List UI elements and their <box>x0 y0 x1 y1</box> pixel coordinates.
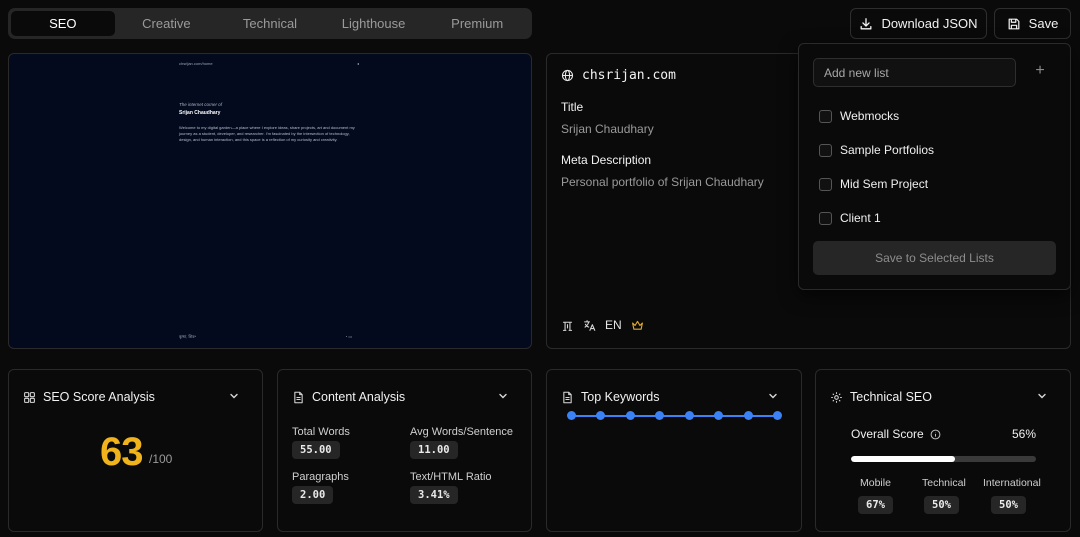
info-icon[interactable] <box>930 429 941 440</box>
preview-footer-right: ◔ ▭ <box>345 334 353 339</box>
seo-score-header[interactable]: SEO Score Analysis <box>23 390 248 404</box>
preview-footer-left: कृष्ण, शिव॰ <box>179 334 197 339</box>
document-icon <box>294 391 303 403</box>
seo-score-max: /100 <box>149 452 173 466</box>
seo-score-title: SEO Score Analysis <box>43 390 155 404</box>
translate-icon <box>584 319 596 331</box>
total-words-value: 55.00 <box>292 441 340 459</box>
keyword-dot[interactable] <box>773 411 782 420</box>
list-checkbox[interactable] <box>819 143 832 157</box>
overall-score-value: 56% <box>1012 427 1037 441</box>
title-value: Srijan Chaudhary <box>561 122 654 136</box>
document-icon <box>563 391 572 403</box>
seo-score-card: SEO Score Analysis 63 /100 <box>8 369 263 532</box>
overall-score-bar-fill <box>851 456 955 462</box>
total-words-label: Total Words <box>292 426 350 438</box>
paragraphs-label: Paragraphs <box>292 471 349 483</box>
chevron-down-icon[interactable] <box>1036 390 1048 402</box>
list-option-label: Webmocks <box>840 109 900 123</box>
download-json-button[interactable]: Download JSON <box>850 8 987 39</box>
paragraphs-value: 2.00 <box>292 486 334 504</box>
preview-name: Srijan Chaudhary <box>179 110 221 116</box>
chevron-down-icon[interactable] <box>497 390 509 402</box>
avg-words-value: 11.00 <box>410 441 458 459</box>
preview-url: chsrijan.com/home <box>179 61 213 66</box>
content-analysis-header[interactable]: Content Analysis <box>292 390 517 404</box>
overall-score-bar <box>851 456 1036 462</box>
meta-description-value: Personal portfolio of Srijan Chaudhary <box>561 175 764 189</box>
crown-icon <box>631 320 643 330</box>
top-keywords-title: Top Keywords <box>581 390 660 404</box>
website-preview: chsrijan.com/home ◂ The internet corner … <box>8 53 532 349</box>
gear-icon <box>831 391 842 403</box>
keyword-dot[interactable] <box>596 411 606 420</box>
technical-seo-card: Technical SEO Overall Score 56% Mobile 6… <box>815 369 1071 532</box>
tab-seo[interactable]: SEO <box>11 11 115 36</box>
save-to-lists-button[interactable]: Save to Selected Lists <box>813 241 1056 275</box>
save-label: Save <box>1028 16 1059 31</box>
mobile-label: Mobile <box>860 477 891 489</box>
save-icon <box>1008 18 1020 29</box>
text-html-ratio-value: 3.41% <box>410 486 458 504</box>
download-icon <box>860 17 872 29</box>
technical-seo-header[interactable]: Technical SEO <box>830 390 1056 404</box>
language-code: EN <box>605 318 622 332</box>
keyword-dot[interactable] <box>684 411 694 420</box>
download-json-label: Download JSON <box>881 16 978 31</box>
grid-icon <box>24 391 35 403</box>
top-keywords-card: Top Keywords <box>546 369 802 532</box>
list-checkbox[interactable] <box>819 211 832 225</box>
save-lists-dropdown: + Webmocks Sample Portfolios Mid Sem Pro… <box>798 43 1071 290</box>
keyword-dot[interactable] <box>714 411 724 420</box>
new-list-input[interactable] <box>813 58 1016 87</box>
list-option-label: Mid Sem Project <box>840 177 929 191</box>
content-analysis-title: Content Analysis <box>312 390 406 404</box>
international-value: 50% <box>991 496 1026 514</box>
list-option-label: Sample Portfolios <box>840 143 935 157</box>
keyword-dot[interactable] <box>567 411 576 420</box>
mobile-value: 67% <box>858 496 893 514</box>
preview-tagline: The internet corner of <box>179 102 223 107</box>
preview-body: Welcome to my digital garden—a place whe… <box>179 125 355 142</box>
seo-score-value: 63 <box>100 430 143 474</box>
chevron-down-icon[interactable] <box>767 390 779 402</box>
top-keywords-header[interactable]: Top Keywords <box>561 390 787 404</box>
site-header: chsrijan.com <box>561 68 676 83</box>
keyword-dot[interactable] <box>625 411 635 420</box>
list-option-webmocks[interactable]: Webmocks <box>819 109 899 123</box>
info-icon-row: EN <box>561 318 644 332</box>
keyword-dot[interactable] <box>655 411 665 420</box>
content-analysis-card: Content Analysis Total Words 55.00 Avg W… <box>277 369 532 532</box>
list-checkbox[interactable] <box>819 109 832 123</box>
chevron-down-icon[interactable] <box>228 390 240 402</box>
technical-value: 50% <box>924 496 959 514</box>
list-option-client-1[interactable]: Client 1 <box>819 211 881 225</box>
preview-corner-icon: ◂ <box>357 61 360 66</box>
site-domain: chsrijan.com <box>582 68 676 83</box>
international-label: International <box>983 477 1041 489</box>
tab-creative[interactable]: Creative <box>115 11 219 36</box>
tab-lighthouse[interactable]: Lighthouse <box>322 11 426 36</box>
list-option-label: Client 1 <box>840 211 881 225</box>
list-option-mid-sem-project[interactable]: Mid Sem Project <box>819 177 928 191</box>
accessibility-icon <box>562 321 573 331</box>
avg-words-label: Avg Words/Sentence <box>410 426 513 438</box>
save-button[interactable]: Save <box>994 8 1071 39</box>
title-label: Title <box>561 100 584 114</box>
technical-seo-title: Technical SEO <box>850 390 932 404</box>
overall-score-label: Overall Score <box>851 427 941 441</box>
mode-tabs: SEO Creative Technical Lighthouse Premiu… <box>8 8 532 39</box>
overall-score-text: Overall Score <box>851 427 924 441</box>
text-html-ratio-label: Text/HTML Ratio <box>410 471 492 483</box>
list-option-sample-portfolios[interactable]: Sample Portfolios <box>819 143 934 157</box>
meta-description-label: Meta Description <box>561 153 652 167</box>
list-checkbox[interactable] <box>819 177 832 191</box>
technical-label: Technical <box>922 477 966 489</box>
tab-premium[interactable]: Premium <box>425 11 529 36</box>
add-list-button[interactable]: + <box>1031 60 1049 82</box>
globe-icon <box>561 69 574 82</box>
keyword-dot[interactable] <box>743 411 753 420</box>
tab-technical[interactable]: Technical <box>218 11 322 36</box>
